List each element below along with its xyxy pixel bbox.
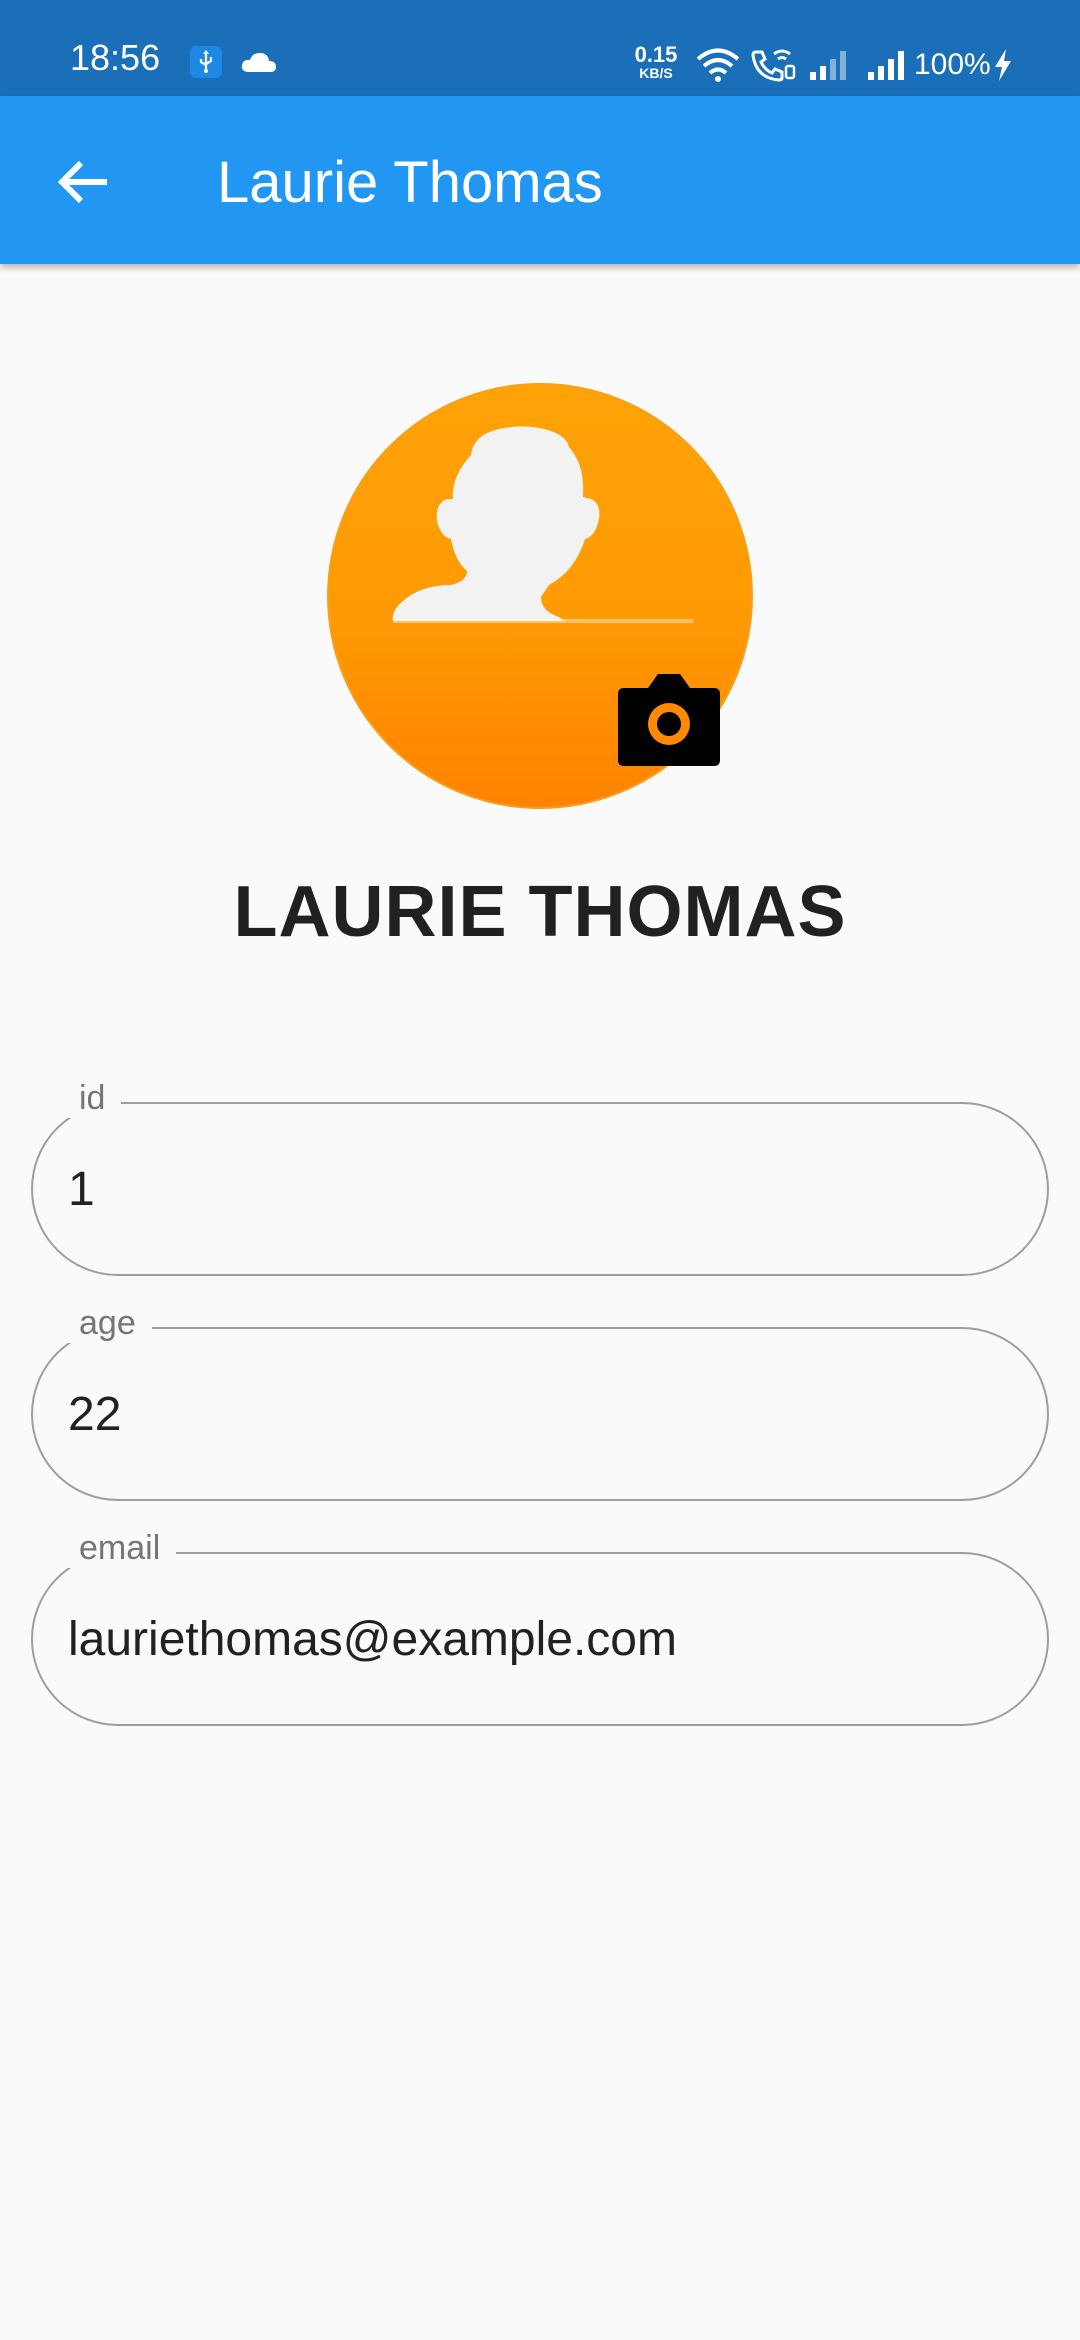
arrow-back-icon — [57, 160, 107, 204]
network-speed: 0.15 KB/S — [628, 42, 684, 81]
battery-level: 100% — [914, 48, 991, 81]
status-bar: 18:56 0.15 KB/S 100% — [0, 0, 1080, 96]
profile-name: LAURIE THOMAS — [233, 872, 847, 952]
email-field[interactable]: email lauriethomas@example.com — [31, 1528, 1049, 1726]
status-time: 18:56 — [70, 37, 161, 78]
back-button[interactable] — [48, 146, 120, 218]
id-field[interactable]: id 1 — [31, 1078, 1049, 1276]
camera-icon[interactable] — [616, 672, 722, 768]
network-speed-value: 0.15 — [634, 42, 678, 67]
network-speed-unit: KB/S — [639, 65, 673, 81]
id-field-label: id — [63, 1078, 122, 1118]
wifi-calling-icon — [751, 49, 796, 82]
app-bar: Laurie Thomas — [0, 96, 1080, 264]
signal-icon — [868, 51, 904, 80]
signal-icon — [810, 51, 846, 80]
email-field-value[interactable]: lauriethomas@example.com — [68, 1612, 1007, 1668]
age-field-value[interactable]: 22 — [68, 1387, 1007, 1443]
usb-icon — [190, 46, 222, 78]
age-field[interactable]: age 22 — [31, 1303, 1049, 1501]
cloud-icon — [241, 53, 276, 72]
page-title: Laurie Thomas — [217, 150, 603, 215]
age-field-label: age — [63, 1303, 152, 1343]
charging-icon — [995, 49, 1011, 81]
id-field-value[interactable]: 1 — [68, 1162, 1007, 1218]
wifi-icon — [696, 48, 740, 82]
email-field-label: email — [63, 1528, 177, 1568]
